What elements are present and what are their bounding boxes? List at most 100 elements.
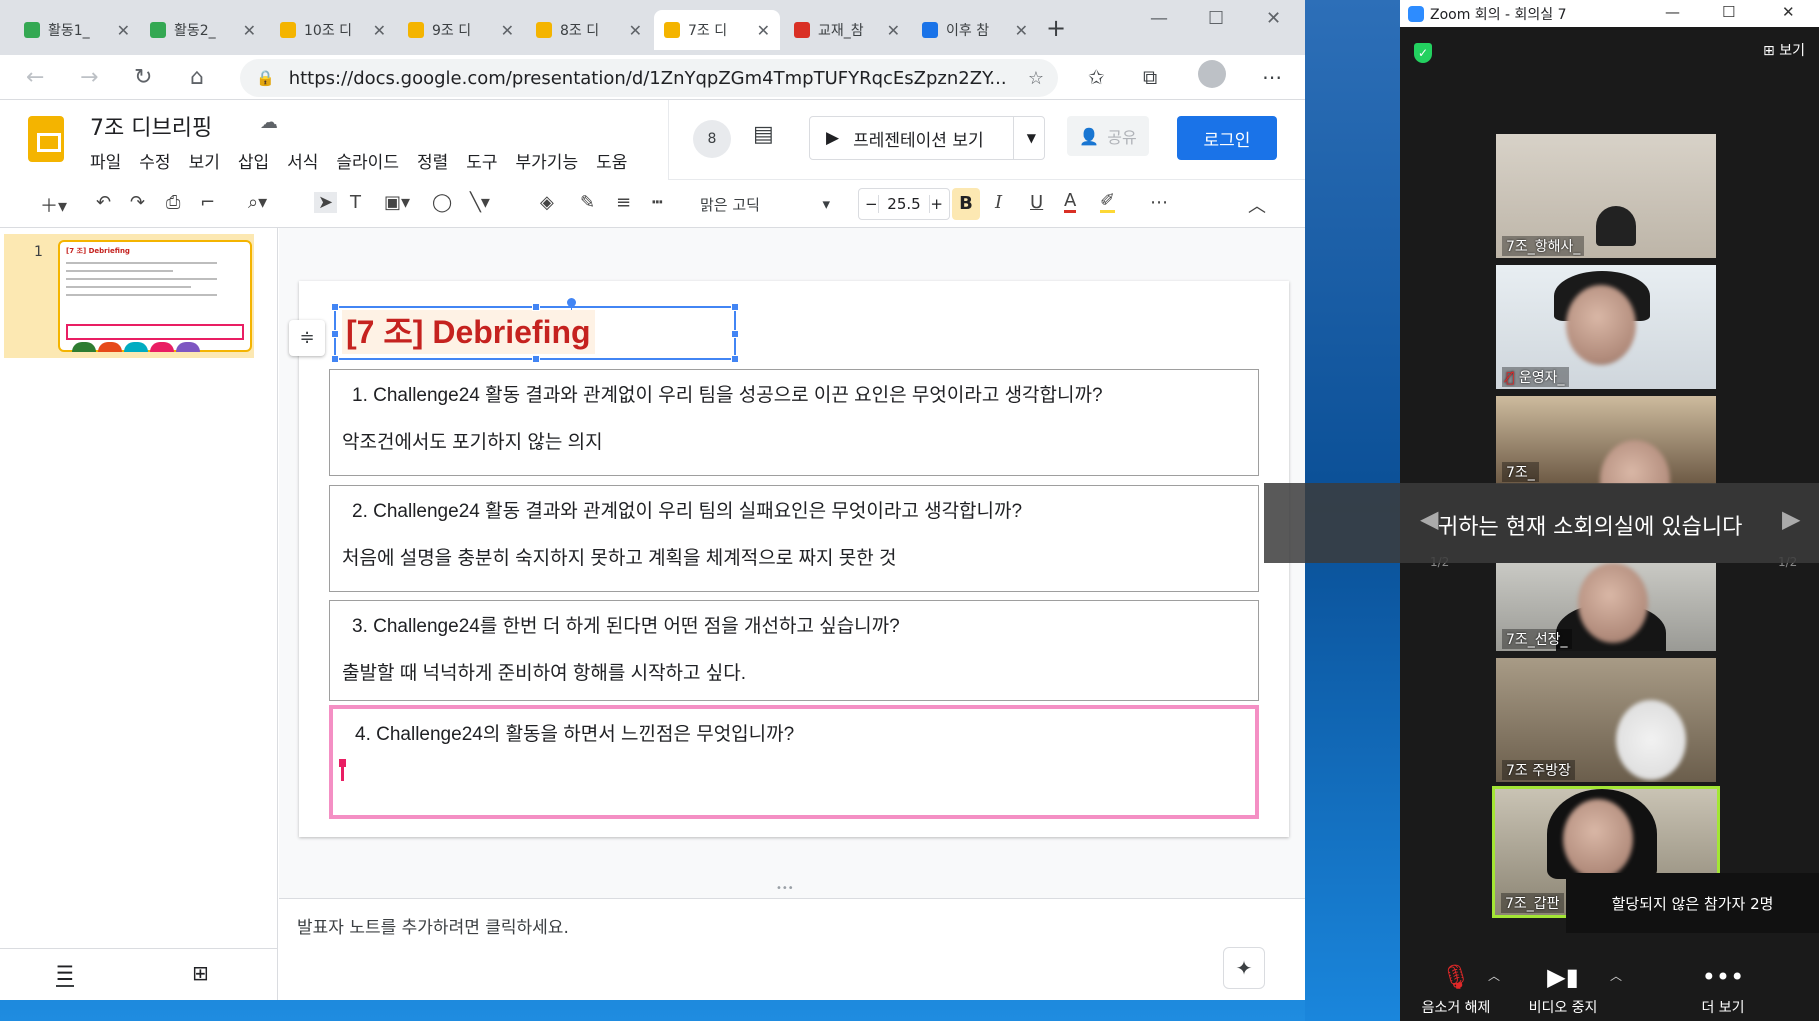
menu-slide[interactable]: 슬라이드 — [336, 148, 399, 173]
question-box-1[interactable]: 1. Challenge24 활동 결과와 관계없이 우리 팀을 성공으로 이끈… — [329, 369, 1259, 476]
video-tile[interactable]: 7조 주방장 — [1496, 658, 1716, 782]
add-favorite-icon[interactable]: ☆ — [1028, 68, 1044, 89]
stop-video-button[interactable]: ▶▮ 비디오 중지 — [1518, 963, 1608, 1017]
close-icon[interactable]: ✕ — [501, 21, 514, 40]
grid-view-icon[interactable]: ⊞ — [192, 961, 209, 985]
chevron-left-icon[interactable]: ◀ — [1420, 505, 1438, 533]
underline-icon[interactable]: U — [1030, 192, 1043, 213]
textbox-icon[interactable]: T — [350, 192, 361, 213]
bold-button[interactable]: B — [952, 188, 980, 220]
home-icon[interactable]: ⌂ — [190, 65, 204, 90]
menu-arrange[interactable]: 정렬 — [417, 148, 448, 173]
security-shield-icon[interactable]: ✓ — [1414, 43, 1432, 63]
resize-handle[interactable] — [731, 330, 739, 338]
fill-color-icon[interactable]: ◈ — [540, 192, 554, 213]
video-tile[interactable]: 7조_선장_ — [1496, 563, 1716, 651]
line-spacing-icon[interactable]: ≑ — [289, 320, 325, 356]
close-icon[interactable]: ✕ — [1782, 3, 1795, 21]
chevron-up-icon[interactable]: ︿ — [1610, 967, 1622, 984]
share-button[interactable]: 👤 공유 — [1067, 116, 1149, 156]
chevron-up-icon[interactable]: ︿ — [1488, 967, 1500, 984]
decrease-icon[interactable]: − — [865, 195, 878, 213]
chevron-right-icon[interactable]: ▶ — [1782, 505, 1800, 533]
resize-handle[interactable] — [331, 330, 339, 338]
slide-canvas[interactable]: [7 조] Debriefing ≑ 1. Challenge24 활동 결과와… — [279, 228, 1305, 898]
speaker-notes[interactable]: 발표자 노트를 추가하려면 클릭하세요. ✦ — [279, 898, 1305, 1000]
collections-icon[interactable]: ⧉ — [1143, 65, 1157, 89]
menu-insert[interactable]: 삽입 — [238, 148, 269, 173]
font-size-value[interactable]: 25.5 — [878, 195, 930, 213]
profile-avatar[interactable] — [1198, 60, 1226, 88]
text-color-icon[interactable]: A — [1064, 192, 1077, 213]
cloud-saved-icon[interactable]: ☁ — [260, 112, 278, 133]
slide-thumbnail[interactable]: [7 조] Debriefing — [58, 240, 252, 352]
notes-placeholder[interactable]: 발표자 노트를 추가하려면 클릭하세요. — [297, 913, 569, 938]
slide[interactable]: [7 조] Debriefing ≑ 1. Challenge24 활동 결과와… — [289, 281, 1289, 837]
login-button[interactable]: 로그인 — [1177, 116, 1277, 160]
close-icon[interactable]: ✕ — [243, 21, 256, 40]
forward-icon[interactable]: → — [80, 65, 98, 90]
tab-6-active[interactable]: 7조 디 ✕ — [654, 10, 780, 50]
tab-8[interactable]: 이후 참 ✕ — [912, 10, 1038, 50]
question-box-2[interactable]: 2. Challenge24 활동 결과와 관계없이 우리 팀의 실패요인은 무… — [329, 485, 1259, 592]
undo-icon[interactable]: ↶ — [96, 192, 111, 213]
tab-2[interactable]: 활동2_ ✕ — [140, 10, 266, 50]
maximize-icon[interactable]: ☐ — [1722, 3, 1735, 21]
tab-4[interactable]: 9조 디 ✕ — [398, 10, 524, 50]
close-icon[interactable]: ✕ — [757, 21, 770, 40]
print-icon[interactable]: ⎙ — [166, 192, 180, 213]
reload-icon[interactable]: ↻ — [134, 65, 152, 90]
resize-handle[interactable] — [532, 303, 540, 311]
list-view-icon[interactable]: ☰ — [56, 961, 74, 987]
resize-grip[interactable]: ••• — [776, 883, 794, 894]
title-textbox[interactable]: [7 조] Debriefing — [331, 298, 739, 363]
slide-thumbnail-selected[interactable]: 1 [7 조] Debriefing — [4, 234, 254, 358]
unmute-button[interactable]: 🎙 음소거 해제 — [1416, 963, 1496, 1017]
line-icon[interactable]: ╲▾ — [470, 192, 490, 213]
image-icon[interactable]: ▣▾ — [384, 192, 410, 213]
close-icon[interactable]: ✕ — [629, 21, 642, 40]
tab-7[interactable]: 교재_참 ✕ — [784, 10, 910, 50]
tab-5[interactable]: 8조 디 ✕ — [526, 10, 652, 50]
zoom-icon[interactable]: ⌕▾ — [248, 192, 267, 213]
new-tab-button[interactable]: + — [1046, 14, 1066, 42]
tab-1[interactable]: 활동1_ ✕ — [14, 10, 140, 50]
minimize-icon[interactable]: — — [1665, 3, 1680, 21]
close-icon[interactable]: ✕ — [117, 21, 130, 40]
font-select[interactable]: 맑은 고딕 ▾ — [700, 188, 830, 220]
present-button[interactable]: ▶ 프레젠테이션 보기 ▼ — [809, 116, 1045, 160]
more-icon[interactable]: ⋯ — [1150, 192, 1168, 213]
resize-handle[interactable] — [731, 303, 739, 311]
select-icon[interactable]: ➤ — [314, 192, 338, 213]
increase-icon[interactable]: + — [930, 195, 943, 213]
question-box-4-active[interactable]: 4. Challenge24의 활동을 하면서 느낀점은 무엇입니까? — [329, 705, 1259, 819]
favorites-icon[interactable]: ✩ — [1088, 65, 1105, 89]
shape-icon[interactable]: ◯ — [432, 192, 452, 213]
explore-icon[interactable]: ✦ — [1223, 947, 1265, 989]
chevron-up-icon[interactable]: ︿ — [1248, 192, 1266, 218]
close-icon[interactable]: ✕ — [373, 21, 386, 40]
resize-handle[interactable] — [731, 355, 739, 363]
menu-file[interactable]: 파일 — [90, 148, 121, 173]
minimize-icon[interactable]: — — [1150, 8, 1168, 29]
font-size-stepper[interactable]: −25.5 + — [858, 188, 950, 220]
close-icon[interactable]: ✕ — [887, 21, 900, 40]
highlight-icon[interactable]: ✐ — [1100, 192, 1116, 213]
video-tile[interactable]: 7조_ — [1496, 396, 1716, 484]
redo-icon[interactable]: ↷ — [130, 192, 145, 213]
slides-logo-icon[interactable] — [28, 116, 64, 162]
menu-addons[interactable]: 부가기능 — [516, 148, 579, 173]
italic-icon[interactable]: I — [995, 192, 1002, 213]
comment-count-badge[interactable]: 8 — [693, 120, 731, 158]
menu-view[interactable]: 보기 — [189, 148, 220, 173]
rotate-handle[interactable] — [567, 298, 576, 307]
question-box-3[interactable]: 3. Challenge24를 한번 더 하게 된다면 어떤 점을 개선하고 싶… — [329, 600, 1259, 701]
paint-format-icon[interactable]: ⌐ — [200, 192, 215, 213]
back-icon[interactable]: ← — [26, 65, 44, 90]
more-button[interactable]: ••• 더 보기 — [1688, 963, 1758, 1017]
tab-3[interactable]: 10조 디 ✕ — [270, 10, 396, 50]
close-window-icon[interactable]: ✕ — [1266, 8, 1281, 29]
menu-tools[interactable]: 도구 — [466, 148, 497, 173]
comment-icon[interactable]: ▤ — [753, 122, 774, 147]
video-tile[interactable]: 7조_항해사_ — [1496, 134, 1716, 258]
